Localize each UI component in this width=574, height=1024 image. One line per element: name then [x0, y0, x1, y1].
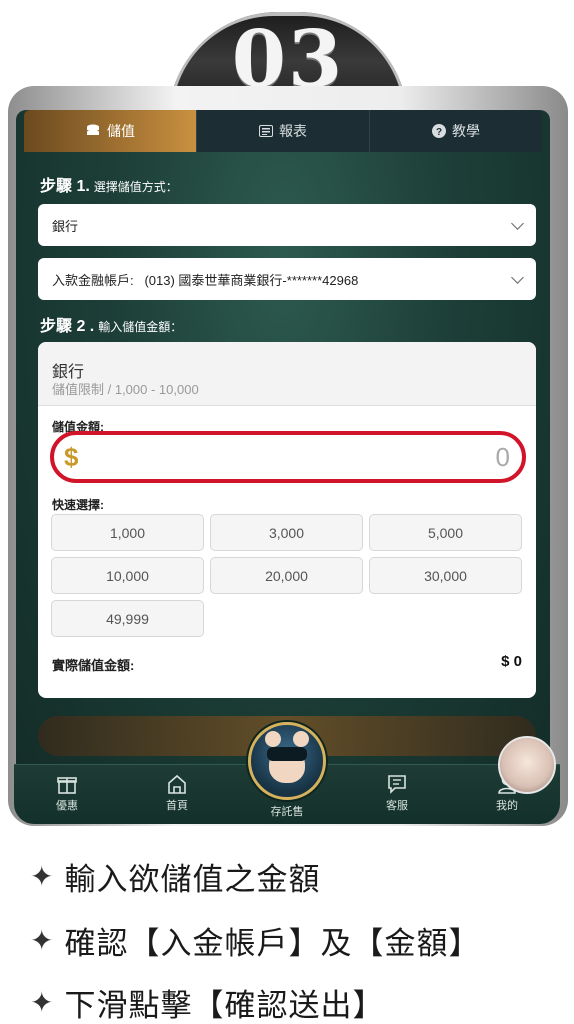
nav-offers[interactable]: 優惠: [32, 773, 102, 813]
mascot-ear: [293, 731, 309, 747]
instruction-item: ✦ 下滑點擊【確認送出】: [30, 980, 384, 1024]
deposit-limit: 儲值限制 / 1,000 - 10,000: [52, 382, 199, 397]
chevron-down-icon: [511, 216, 524, 230]
step1-title: 步驟 1.: [40, 178, 90, 195]
instruction-text: 下滑點擊【確認送出】: [64, 988, 385, 1023]
tab-bar: 儲值 報表 ? 教學: [24, 110, 542, 152]
quick-select-label: 快速選擇:: [52, 498, 104, 512]
svg-text:?: ?: [436, 127, 442, 138]
nav-label: 優惠: [56, 800, 78, 812]
tab-deposit[interactable]: 儲值: [24, 110, 196, 152]
step1-heading: 步驟 1. 選擇儲值方式：: [40, 172, 178, 196]
mascot-visor: [267, 747, 307, 761]
deposit-method-value: 銀行: [52, 218, 79, 234]
nav-label: 客服: [386, 800, 408, 812]
dollar-icon: $: [64, 441, 79, 472]
amount-value: 0: [495, 441, 510, 472]
step2-heading: 步驟 2 . 輸入儲值金額：: [40, 312, 182, 336]
bank-account-select[interactable]: 入款金融帳戶: (013) 國泰世華商業銀行-*******42968: [38, 258, 536, 300]
quick-amount-button[interactable]: 49,999: [51, 600, 204, 637]
nav-home[interactable]: 首頁: [142, 773, 212, 813]
step2-subtitle: 輸入儲值金額：: [98, 320, 183, 334]
quick-amount-button[interactable]: 20,000: [210, 557, 363, 594]
sparkle-icon: ✦: [30, 987, 55, 1018]
nav-label: 我的: [496, 800, 518, 812]
nav-label: 存託售: [270, 806, 304, 818]
tab-report[interactable]: 報表: [196, 110, 369, 152]
gift-icon: [57, 777, 77, 794]
bank-account-value: (013) 國泰世華商業銀行-*******42968: [144, 272, 359, 288]
app-screen: 儲值 報表 ? 教學 步驟 1. 選擇儲值方式： 銀行 入款金融帳戶: (013)…: [16, 110, 550, 822]
report-icon: [259, 125, 273, 137]
step2-title: 步驟 2 .: [40, 318, 95, 335]
mascot-avatar-button[interactable]: [248, 722, 326, 800]
bank-account-label: 入款金融帳戶:: [52, 272, 134, 288]
question-icon: ?: [432, 124, 446, 138]
tab-label: 報表: [279, 123, 307, 139]
actual-amount-value: $ 0: [501, 653, 522, 670]
home-icon: [168, 774, 186, 794]
tab-tutorial[interactable]: ? 教學: [369, 110, 542, 152]
quick-amount-button[interactable]: 1,000: [51, 514, 204, 551]
instruction-item: ✦ 確認【入金帳戶】及【金額】: [30, 918, 480, 963]
quick-amount-button[interactable]: 5,000: [369, 514, 522, 551]
instruction-text: 確認【入金帳戶】及【金額】: [64, 926, 481, 961]
tab-label: 教學: [452, 123, 480, 139]
card-header: 銀行 儲值限制 / 1,000 - 10,000: [38, 342, 536, 406]
step1-subtitle: 選擇儲值方式：: [93, 180, 178, 194]
floating-avatar-button[interactable]: [498, 736, 556, 794]
sparkle-icon: ✦: [30, 925, 55, 956]
quick-amount-button[interactable]: 30,000: [369, 557, 522, 594]
deposit-method-select[interactable]: 銀行: [38, 204, 536, 246]
quick-amount-button[interactable]: 3,000: [210, 514, 363, 551]
nav-deposit-center[interactable]: 存託售: [252, 803, 322, 819]
bank-account-text: 入款金融帳戶: (013) 國泰世華商業銀行-*******42968: [52, 270, 358, 289]
chevron-down-icon: [511, 270, 524, 284]
coins-icon: [87, 124, 99, 135]
sparkle-icon: ✦: [30, 861, 55, 892]
tab-label: 儲值: [107, 123, 135, 139]
quick-amount-button[interactable]: 10,000: [51, 557, 204, 594]
chat-icon: [388, 775, 406, 794]
amount-input[interactable]: $ 0: [50, 431, 526, 483]
amount-card: 銀行 儲值限制 / 1,000 - 10,000 儲值金額: $ 0 快速選擇:…: [38, 342, 536, 698]
nav-label: 首頁: [166, 800, 188, 812]
nav-support[interactable]: 客服: [362, 773, 432, 813]
instruction-item: ✦ 輸入欲儲值之金額: [30, 854, 320, 899]
actual-amount-label: 實際儲值金額:: [52, 658, 135, 673]
mascot-ear: [265, 731, 281, 747]
instruction-text: 輸入欲儲值之金額: [64, 862, 321, 897]
